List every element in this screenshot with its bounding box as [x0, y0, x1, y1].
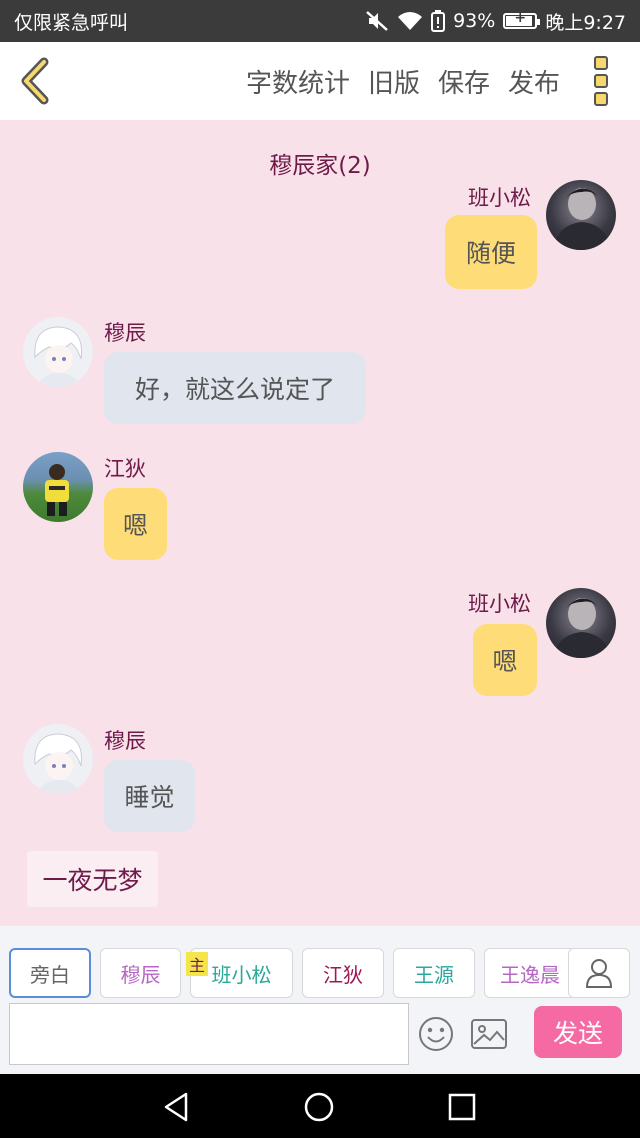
top-toolbar: 字数统计 旧版 保存 发布 [0, 42, 640, 120]
sender-name: 班小松 [468, 592, 531, 616]
chevron-left-icon[interactable] [14, 56, 54, 106]
chat-title: 穆辰家(2) [269, 153, 371, 179]
avatar[interactable] [23, 317, 93, 387]
message-input[interactable] [9, 1003, 409, 1065]
status-bar: 仅限紧急呼叫 93% + 晚上9:27 [0, 0, 640, 42]
message-bubble[interactable]: 嗯 [473, 624, 537, 696]
navigation-bar [0, 1074, 640, 1138]
chat-area[interactable]: 穆辰家(2) 班小松 随便 穆辰 好，就这么说定了 江狄 嗯 班小松 嗯 穆辰 … [0, 120, 640, 926]
mute-icon [366, 11, 388, 31]
character-chip[interactable]: 江狄 [302, 948, 384, 998]
narration-text[interactable]: 一夜无梦 [27, 851, 158, 907]
carrier-text: 仅限紧急呼叫 [14, 11, 129, 34]
message-bubble[interactable]: 嗯 [104, 488, 167, 560]
user-icon[interactable] [568, 948, 630, 998]
clock: 晚上9:27 [545, 11, 626, 34]
message-bubble[interactable]: 好，就这么说定了 [104, 352, 366, 424]
emoji-icon[interactable] [418, 1016, 454, 1052]
publish-button[interactable]: 发布 [508, 63, 560, 100]
message-bubble[interactable]: 睡觉 [104, 760, 195, 832]
avatar[interactable] [546, 180, 616, 250]
old-version-button[interactable]: 旧版 [368, 63, 420, 100]
battery-alert-icon [431, 10, 446, 32]
more-vertical-icon[interactable] [594, 56, 614, 106]
message-bubble[interactable]: 随便 [445, 215, 537, 289]
character-chip[interactable]: 王逸晨 [484, 948, 576, 998]
character-chip[interactable]: 穆辰 [100, 948, 181, 998]
image-icon[interactable] [470, 1016, 508, 1052]
word-count-button[interactable]: 字数统计 [246, 63, 350, 100]
battery-percent: 93% [453, 10, 496, 32]
back-triangle-icon[interactable] [160, 1090, 194, 1124]
wifi-icon [398, 12, 423, 30]
sender-name: 穆辰 [104, 729, 146, 753]
toolbar-menu: 字数统计 旧版 保存 发布 [246, 42, 560, 120]
battery-icon: + [503, 10, 541, 29]
save-button[interactable]: 保存 [438, 63, 490, 100]
home-circle-icon[interactable] [302, 1090, 336, 1124]
status-icons: 93% + 晚上9:27 [365, 8, 626, 35]
sender-name: 江狄 [104, 457, 146, 481]
main-character-badge: 主 [186, 952, 208, 976]
avatar[interactable] [23, 452, 93, 522]
sender-name: 穆辰 [104, 321, 146, 345]
character-selector: 旁白 穆辰 班小松 主 江狄 王源 王逸晨 [0, 926, 640, 1002]
character-chip-narrator[interactable]: 旁白 [9, 948, 91, 998]
avatar[interactable] [23, 724, 93, 794]
send-button[interactable]: 发送 [534, 1006, 622, 1058]
character-chip[interactable]: 王源 [393, 948, 475, 998]
sender-name: 班小松 [468, 186, 531, 210]
recents-square-icon[interactable] [445, 1090, 479, 1124]
avatar[interactable] [546, 588, 616, 658]
input-row: 发送 [0, 1002, 640, 1074]
